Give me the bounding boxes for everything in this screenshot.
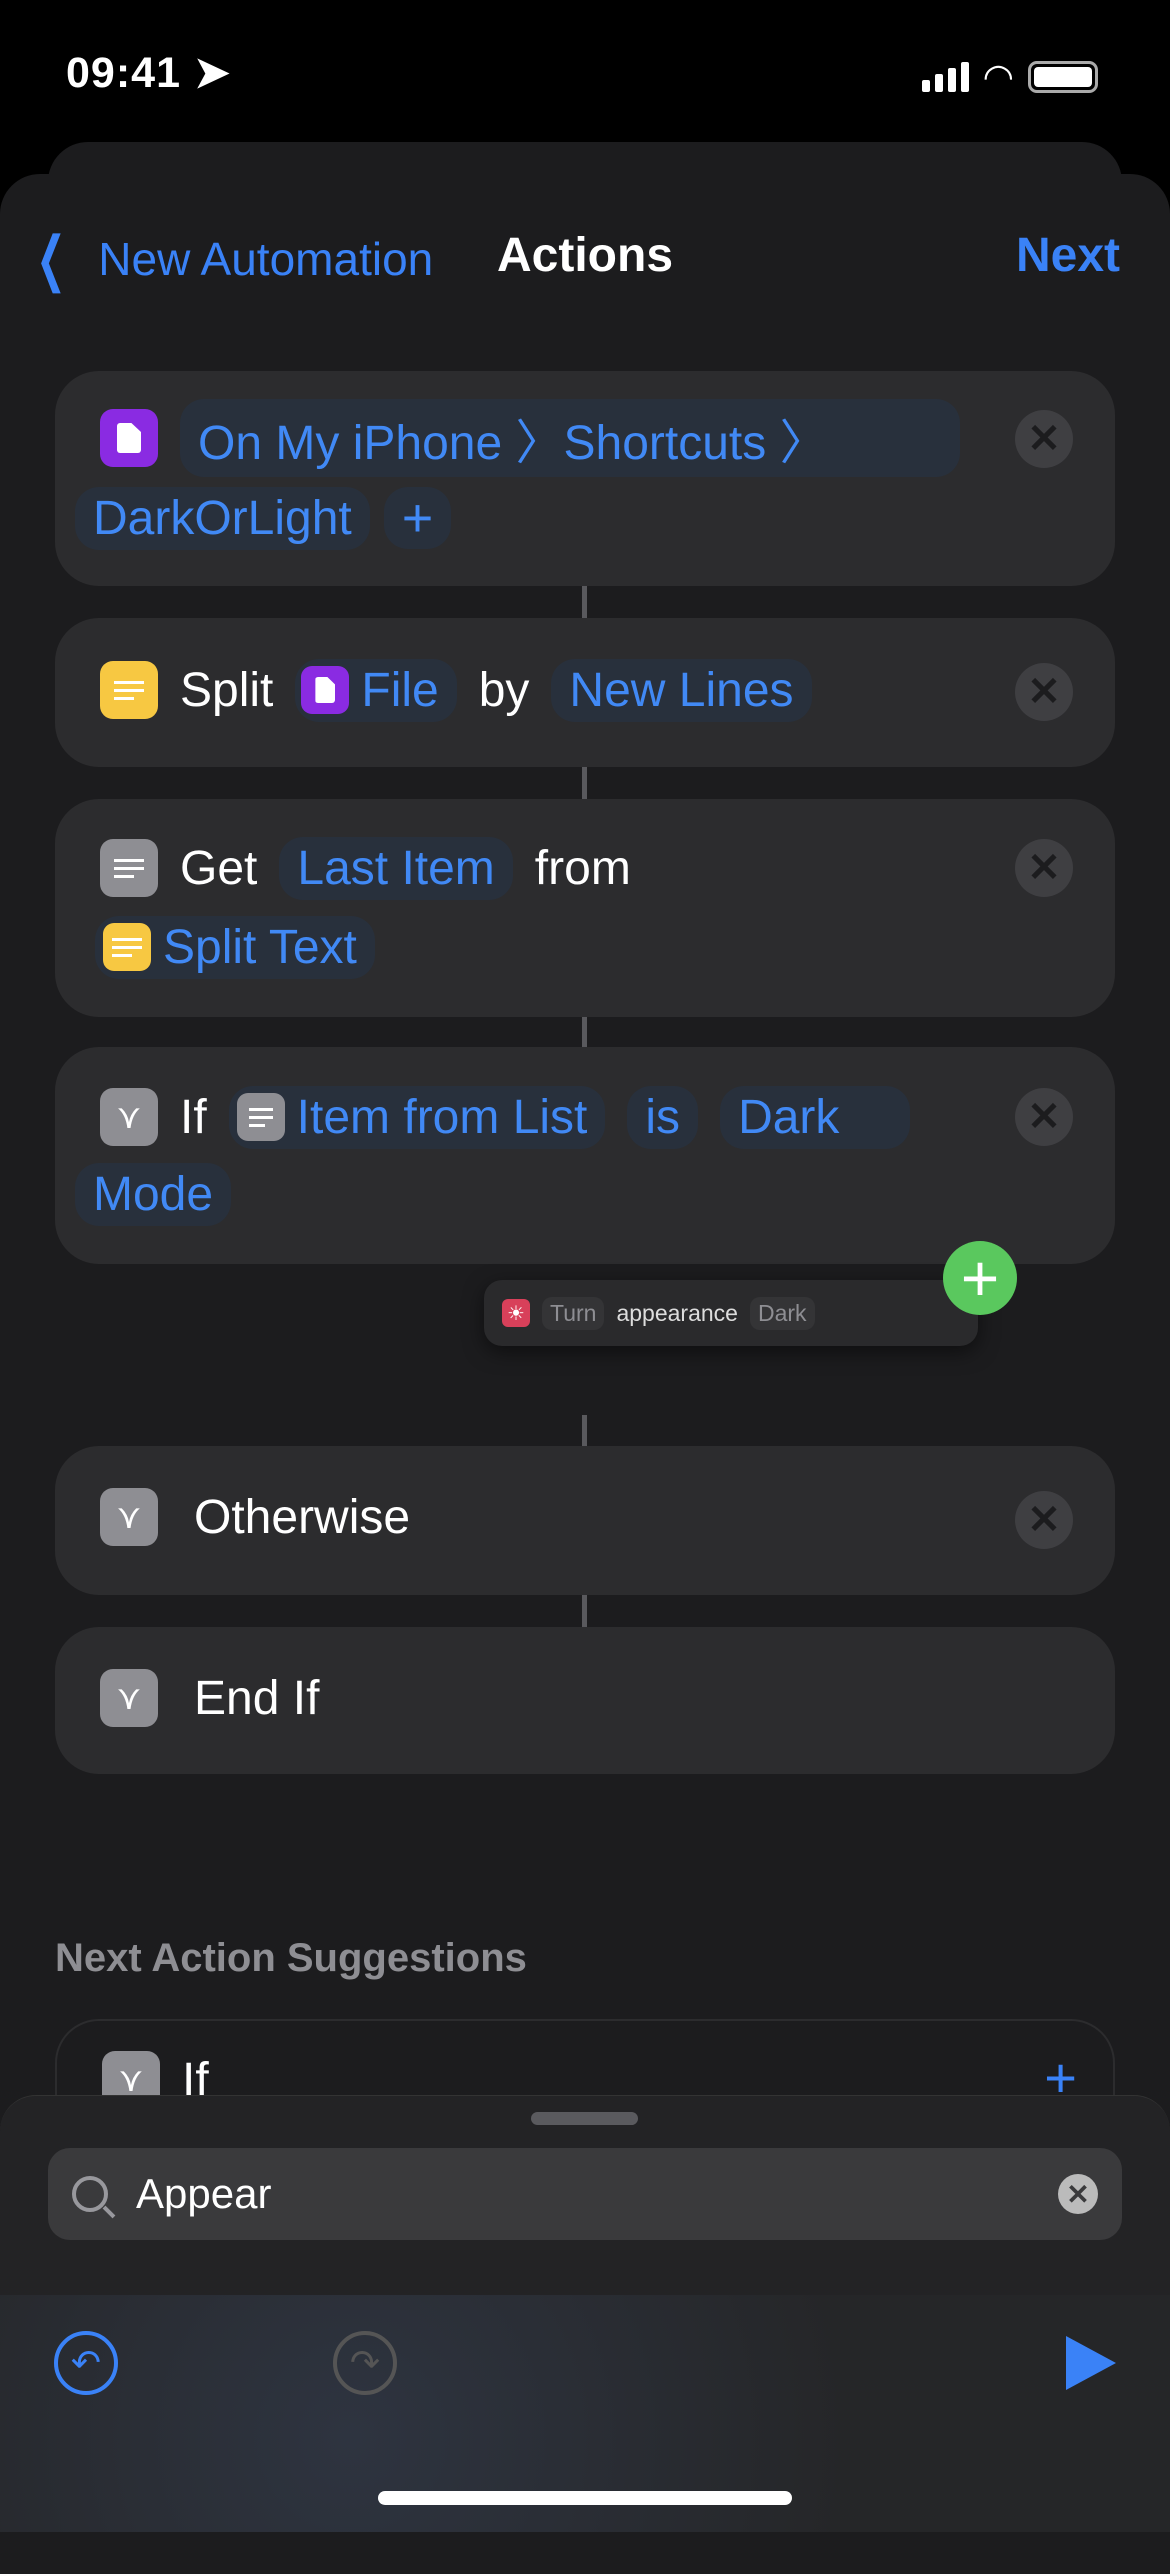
redo-button[interactable]: ↷ (333, 2331, 397, 2395)
value-token[interactable]: Dark (720, 1085, 911, 1149)
signal-icon (921, 62, 969, 92)
suggestions-title: Next Action Suggestions (55, 1936, 527, 1980)
location-icon: ➤ (193, 49, 231, 97)
operator-token[interactable]: is (627, 1085, 699, 1149)
add-path-button[interactable]: + (383, 487, 452, 549)
input-token[interactable]: File (295, 658, 457, 722)
file-icon (301, 666, 350, 714)
search-icon (72, 2176, 116, 2219)
home-indicator (378, 2491, 792, 2505)
clear-search-button[interactable]: ✕ (1058, 2174, 1098, 2214)
sheet-grabber[interactable] (531, 2112, 638, 2125)
connector (582, 767, 587, 799)
token-label: Split Text (163, 920, 357, 974)
action-verb: Split (180, 663, 274, 717)
value-token-continued[interactable]: Mode (75, 1162, 232, 1226)
connector (582, 1595, 587, 1627)
text-icon (103, 923, 151, 971)
chevron-left-icon: ❮ (36, 225, 67, 292)
connector (582, 1415, 587, 1446)
action-label: Otherwise (194, 1490, 411, 1544)
separator-token[interactable]: New Lines (551, 658, 812, 722)
search-field[interactable]: Appear ✕ (48, 2148, 1122, 2240)
battery-icon (1028, 61, 1098, 93)
action-if[interactable]: ⋎ If Item from List is Dark Mode ✕ (55, 1047, 1115, 1264)
action-otherwise[interactable]: ⋎ Otherwise ✕ (55, 1446, 1115, 1595)
condition-input-token[interactable]: Item from List (228, 1085, 606, 1149)
text-icon (100, 661, 158, 719)
action-end-if[interactable]: ⋎ End If (55, 1627, 1115, 1774)
action-text: appearance (616, 1299, 738, 1326)
undo-button[interactable]: ↶ (54, 2331, 118, 2395)
action-split-text[interactable]: Split File by New Lines ✕ (55, 618, 1115, 767)
file-name-token[interactable]: DarkOrLight (75, 486, 370, 550)
connector (582, 586, 587, 618)
search-input[interactable]: Appear (136, 2170, 1040, 2218)
dragged-action-preview[interactable]: ☀ Turn appearance Dark (484, 1280, 978, 1346)
action-get-item[interactable]: Get Last Item from Split Text ✕ (55, 799, 1115, 1017)
value-token: Dark (749, 1296, 815, 1330)
branch-icon: ⋎ (100, 1669, 158, 1727)
file-icon (100, 409, 158, 467)
token-label: Item from List (296, 1090, 588, 1144)
remove-action-button[interactable]: ✕ (1015, 663, 1073, 721)
list-icon (236, 1093, 285, 1141)
source-token[interactable]: Split Text (95, 915, 375, 979)
next-button[interactable]: Next (1016, 228, 1120, 283)
action-verb: If (180, 1090, 207, 1144)
action-verb: Get (180, 841, 258, 895)
remove-action-button[interactable]: ✕ (1015, 839, 1073, 897)
run-button[interactable] (1066, 2336, 1116, 2390)
back-button[interactable]: ❮ New Automation (26, 224, 433, 294)
file-path-token[interactable]: On My iPhone 〉Shortcuts 〉 (180, 399, 960, 477)
item-token[interactable]: Last Item (279, 836, 513, 900)
connector (582, 1017, 587, 1047)
action-label: End If (194, 1671, 320, 1725)
branch-icon: ⋎ (100, 1088, 158, 1146)
turn-token: Turn (542, 1296, 605, 1330)
list-icon (100, 839, 158, 897)
action-get-file[interactable]: On My iPhone 〉Shortcuts 〉 DarkOrLight + … (55, 371, 1115, 586)
token-label: File (361, 663, 439, 717)
branch-icon: ⋎ (100, 1488, 158, 1546)
remove-action-button[interactable]: ✕ (1015, 1088, 1073, 1146)
page-title: Actions (497, 229, 674, 282)
back-label: New Automation (98, 233, 434, 285)
add-icon: + (943, 1241, 1017, 1315)
appearance-icon: ☀ (502, 1299, 530, 1327)
action-text: from (534, 841, 631, 895)
status-icons: ◠ (921, 56, 1098, 98)
wifi-icon: ◠ (982, 56, 1014, 97)
status-time: 09:41 ➤ (66, 49, 231, 97)
remove-action-button[interactable]: ✕ (1015, 1491, 1073, 1549)
remove-action-button[interactable]: ✕ (1015, 410, 1073, 468)
action-text: by (478, 663, 530, 717)
